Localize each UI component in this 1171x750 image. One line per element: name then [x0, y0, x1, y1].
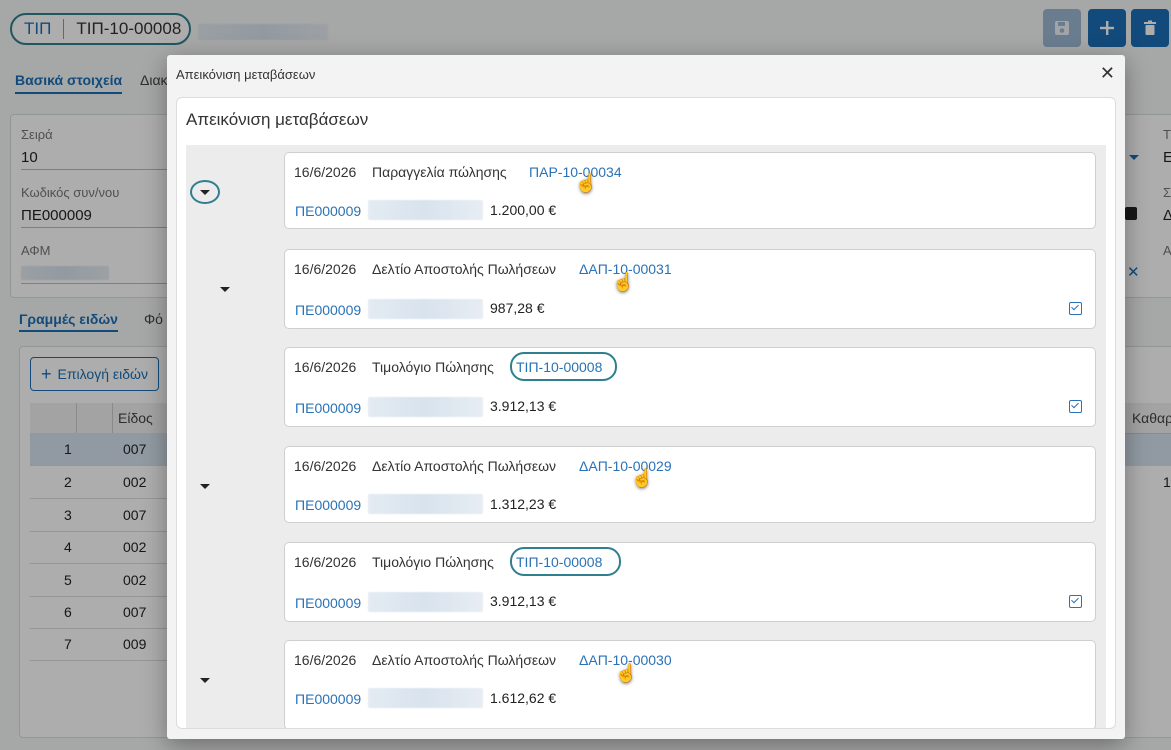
node-doc-type: Παραγγελία πώλησης [372, 164, 507, 180]
transition-node: 16/6/2026 Παραγγελία πώλησης ΠΑΡ-10-0003… [284, 152, 1096, 229]
node-date: 16/6/2026 [294, 458, 357, 474]
panel-title: Απεικόνιση μεταβάσεων [186, 110, 369, 129]
hand-pointer-icon: ☝ [631, 468, 654, 488]
transition-node: 16/6/2026 Δελτίο Αποστολής Πωλήσεων ΔΑΠ-… [284, 640, 1096, 728]
caret-down-icon[interactable] [200, 484, 210, 489]
node-amount: 1.612,62 € [490, 690, 557, 706]
redacted-text [368, 299, 483, 319]
node-date: 16/6/2026 [294, 554, 357, 570]
caret-down-icon[interactable] [200, 678, 210, 683]
caret-down-icon[interactable] [200, 190, 210, 195]
redacted-text [368, 592, 483, 612]
node-doc-type: Δελτίο Αποστολής Πωλήσεων [372, 458, 557, 474]
node-date: 16/6/2026 [294, 261, 357, 277]
checkbox-checked-icon[interactable] [1069, 595, 1082, 608]
caret-down-icon[interactable] [220, 287, 230, 292]
redacted-text [368, 494, 483, 514]
node-date: 16/6/2026 [294, 652, 357, 668]
node-amount: 1.200,00 € [490, 202, 557, 218]
redacted-text [368, 397, 483, 417]
dialog-title: Απεικόνιση μεταβάσεων [176, 67, 316, 82]
hand-pointer-icon: ☝ [575, 173, 598, 193]
transition-node: 16/6/2026 Δελτίο Αποστολής Πωλήσεων ΔΑΠ-… [284, 446, 1096, 523]
close-icon[interactable]: ✕ [1100, 63, 1115, 84]
node-doc-type: Δελτίο Αποστολής Πωλήσεων [372, 652, 557, 668]
transitions-dialog: Απεικόνιση μεταβάσεων ✕ Απεικόνιση μεταβ… [167, 55, 1125, 739]
node-customer-link[interactable]: ΠΕ000009 [295, 497, 361, 513]
node-customer-link[interactable]: ΠΕ000009 [295, 302, 361, 318]
node-amount: 1.312,23 € [490, 496, 557, 512]
transition-node: 16/6/2026 Τιμολόγιο Πώλησης ΤΙΠ-10-00008… [284, 542, 1096, 622]
node-customer-link[interactable]: ΠΕ000009 [295, 595, 361, 611]
node-doc-type: Τιμολόγιο Πώλησης [372, 554, 494, 570]
node-date: 16/6/2026 [294, 164, 357, 180]
checkbox-checked-icon[interactable] [1069, 400, 1082, 413]
node-customer-link[interactable]: ΠΕ000009 [295, 691, 361, 707]
redacted-text [368, 688, 483, 708]
hand-pointer-icon: ☝ [612, 272, 635, 292]
node-doc-type: Τιμολόγιο Πώλησης [372, 359, 494, 375]
transition-node: 16/6/2026 Τιμολόγιο Πώλησης ΤΙΠ-10-00008… [284, 347, 1096, 427]
transitions-tree: 16/6/2026 Παραγγελία πώλησης ΠΑΡ-10-0003… [186, 145, 1106, 728]
node-doc-type: Δελτίο Αποστολής Πωλήσεων [372, 261, 557, 277]
node-customer-link[interactable]: ΠΕ000009 [295, 400, 361, 416]
transitions-panel: Απεικόνιση μεταβάσεων 16/6/2026 Παραγγελ… [176, 97, 1116, 729]
redacted-text [368, 200, 483, 220]
node-amount: 987,28 € [490, 300, 545, 316]
transition-node: 16/6/2026 Δελτίο Αποστολής Πωλήσεων ΔΑΠ-… [284, 249, 1096, 329]
node-amount: 3.912,13 € [490, 398, 557, 414]
node-date: 16/6/2026 [294, 359, 357, 375]
checkbox-checked-icon[interactable] [1069, 302, 1082, 315]
node-amount: 3.912,13 € [490, 593, 557, 609]
node-doc-link[interactable]: ΔΑΠ-10-00029 [579, 458, 672, 474]
node-doc-link[interactable]: ΤΙΠ-10-00008 [516, 554, 602, 570]
node-customer-link[interactable]: ΠΕ000009 [295, 203, 361, 219]
hand-pointer-icon: ☝ [615, 663, 638, 683]
node-doc-link[interactable]: ΤΙΠ-10-00008 [516, 359, 602, 375]
